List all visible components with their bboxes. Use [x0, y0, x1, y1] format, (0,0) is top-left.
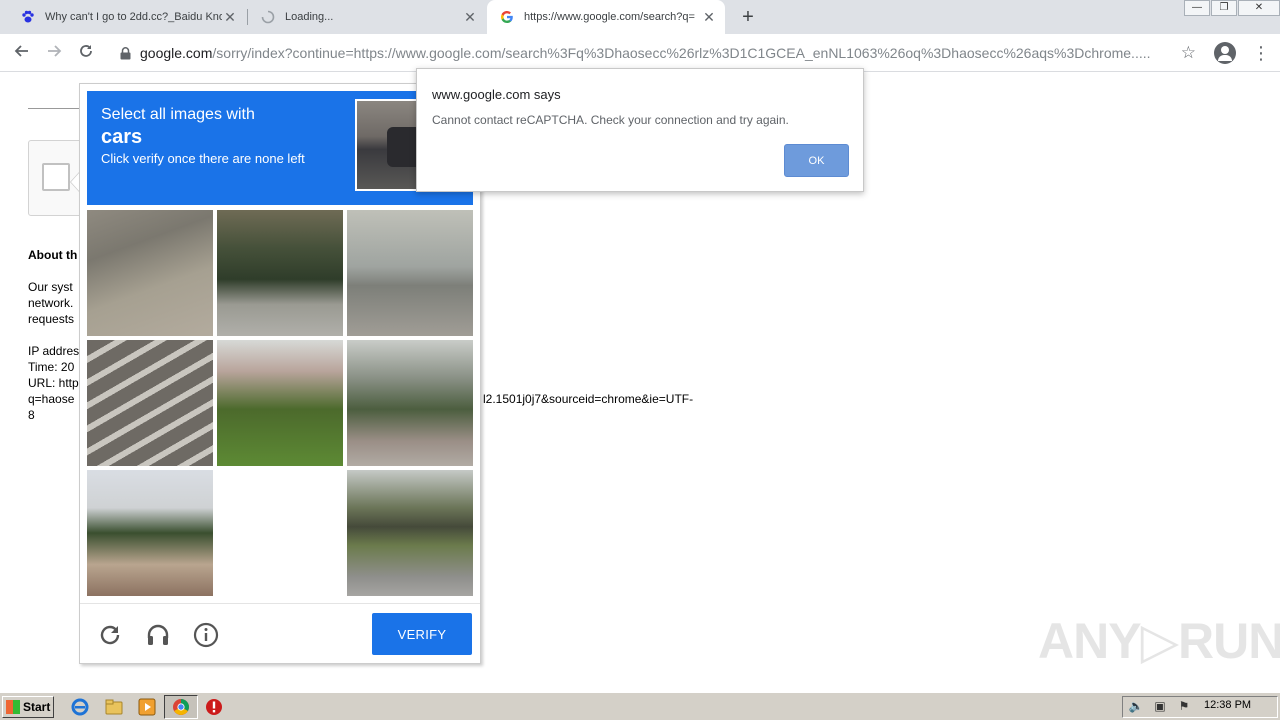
url-path: /sorry/index?continue=https://www.google… — [212, 45, 1151, 61]
page-text-line: URL: http — [28, 376, 79, 390]
divider — [28, 108, 80, 109]
tab-title: Loading... — [285, 11, 334, 23]
image-tile[interactable] — [217, 340, 343, 466]
windows-flag-icon — [6, 700, 20, 714]
image-tile[interactable] — [217, 210, 343, 336]
footer-divider — [80, 603, 480, 604]
image-tile[interactable] — [87, 340, 213, 466]
reload-icon — [80, 45, 92, 57]
verify-button[interactable]: VERIFY — [372, 613, 472, 655]
back-button[interactable] — [10, 41, 34, 65]
back-arrow-icon — [14, 45, 28, 57]
minimize-button[interactable]: — — [1184, 0, 1210, 16]
restore-button[interactable]: ❐ — [1211, 0, 1237, 16]
image-tile[interactable] — [87, 210, 213, 336]
volume-icon[interactable]: 🔈 — [1127, 699, 1145, 715]
kebab-menu-icon[interactable]: ⋮ — [1252, 42, 1270, 64]
page-text-line: Our syst — [28, 280, 73, 294]
lock-icon — [118, 46, 132, 60]
forward-button[interactable] — [42, 41, 66, 65]
account-avatar-icon[interactable] — [1214, 42, 1236, 64]
page-text-line: IP addres — [28, 344, 80, 358]
tab-google-search[interactable]: https://www.google.com/search?q= ✕ — [487, 0, 725, 34]
recaptcha-checkbox[interactable] — [42, 163, 70, 191]
action-center-flag-icon[interactable]: ⚑ — [1175, 699, 1193, 715]
tab-close-icon[interactable]: ✕ — [462, 9, 478, 25]
browser-toolbar: google.com/sorry/index?continue=https://… — [0, 34, 1280, 72]
stop-sign-icon[interactable] — [204, 697, 224, 717]
image-tile[interactable] — [87, 470, 213, 596]
network-icon[interactable]: ▣ — [1151, 699, 1169, 715]
tab-close-icon[interactable]: ✕ — [701, 9, 717, 25]
tab-loading[interactable]: Loading... ✕ — [248, 0, 486, 34]
challenge-instruction: Select all images with — [101, 106, 255, 123]
dialog-title: www.google.com says — [432, 87, 561, 102]
internet-explorer-icon[interactable] — [70, 697, 90, 717]
page-text-line: requests — [28, 312, 75, 326]
file-explorer-icon[interactable] — [104, 697, 124, 717]
anyrun-watermark-logo: ANY▷RUN — [1038, 613, 1280, 669]
start-button[interactable]: Start — [2, 696, 54, 718]
url-tail-text: l2.1501j0j7&sourceid=chrome&ie=UTF- — [483, 392, 694, 406]
image-tile-loading[interactable] — [217, 470, 343, 596]
url-text: google.com/sorry/index?continue=https://… — [140, 45, 1160, 61]
clock: 12:38 PM — [1204, 699, 1252, 711]
url-host: google.com — [140, 45, 213, 61]
ok-button[interactable]: OK — [784, 144, 849, 177]
challenge-hint: Click verify once there are none left — [101, 151, 305, 166]
tab-title: https://www.google.com/search?q= — [524, 11, 695, 23]
window-controls: — ❐ ✕ — [1180, 0, 1280, 18]
loading-spinner-icon — [260, 9, 276, 25]
taskbar: Start 🔈 ▣ ⚑ 12:38 PM — [0, 692, 1280, 720]
image-grid — [87, 210, 474, 597]
bookmark-star-icon[interactable]: ☆ — [1181, 43, 1196, 63]
reload-button[interactable] — [74, 41, 98, 65]
close-window-button[interactable]: ✕ — [1238, 0, 1280, 16]
media-player-icon[interactable] — [137, 697, 157, 717]
reload-challenge-icon[interactable] — [96, 621, 124, 649]
image-tile[interactable] — [347, 210, 473, 336]
start-label: Start — [23, 700, 51, 714]
forward-arrow-icon — [48, 45, 62, 57]
page-text-line: network. — [28, 296, 74, 310]
tab-baidu[interactable]: Why can't I go to 2dd.cc?_Baidu Kno ✕ — [8, 0, 246, 34]
info-icon[interactable] — [192, 621, 220, 649]
baidu-paw-icon — [20, 9, 36, 25]
system-tray: 🔈 ▣ ⚑ — [1122, 696, 1278, 718]
page-text-line: q=haose — [28, 392, 75, 406]
alert-dialog: www.google.com says Cannot contact reCAP… — [416, 68, 864, 192]
dialog-message: Cannot contact reCAPTCHA. Check your con… — [432, 113, 789, 127]
chrome-taskbar-button[interactable] — [164, 695, 198, 719]
headphones-icon[interactable] — [144, 621, 172, 649]
tab-strip: Why can't I go to 2dd.cc?_Baidu Kno ✕ Lo… — [0, 0, 1280, 34]
image-tile[interactable] — [347, 470, 473, 596]
tab-title: Why can't I go to 2dd.cc?_Baidu Kno — [45, 11, 222, 23]
google-g-icon — [499, 9, 515, 25]
tab-close-icon[interactable]: ✕ — [222, 9, 238, 25]
address-bar[interactable]: google.com/sorry/index?continue=https://… — [112, 40, 1204, 66]
page-text-line: 8 — [28, 408, 35, 422]
chrome-icon — [173, 699, 189, 715]
screen: Why can't I go to 2dd.cc?_Baidu Kno ✕ Lo… — [0, 0, 1280, 720]
page-text-line: Time: 20 — [28, 360, 75, 374]
image-tile[interactable] — [347, 340, 473, 466]
about-heading: About th — [28, 248, 78, 262]
challenge-target: cars — [101, 126, 143, 148]
new-tab-button[interactable]: + — [737, 6, 759, 28]
